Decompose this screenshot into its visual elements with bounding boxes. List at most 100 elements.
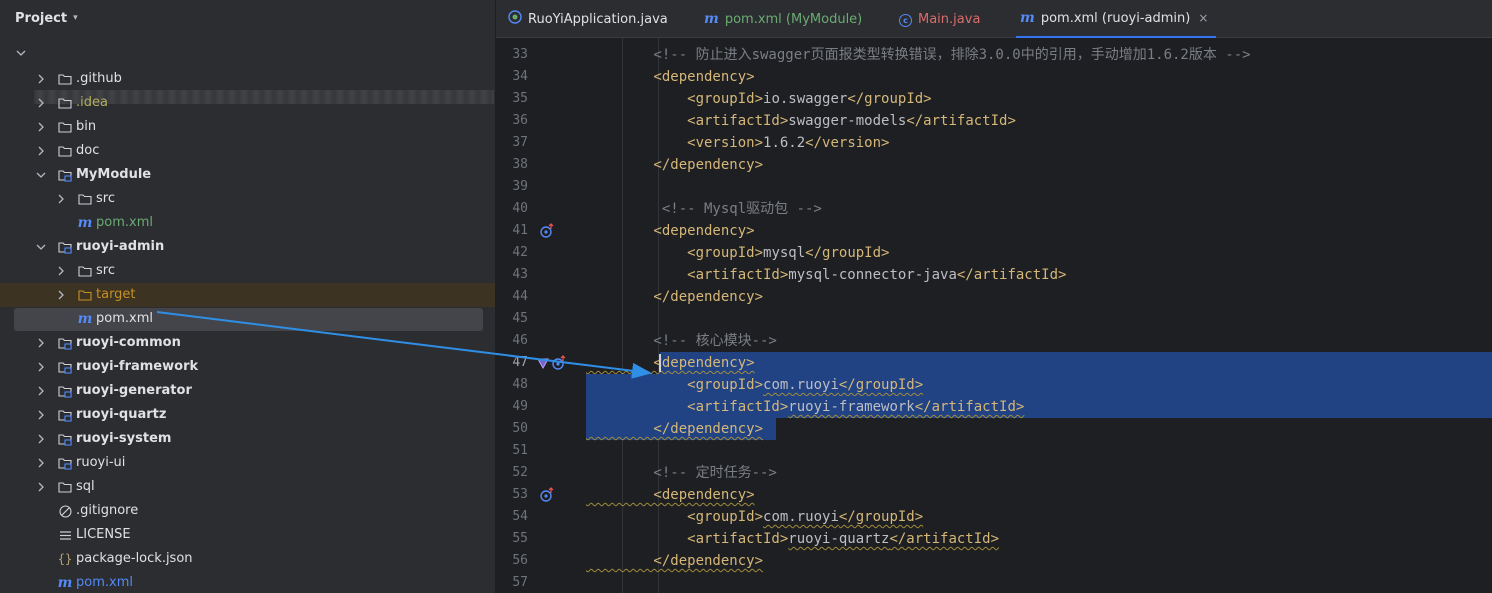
code-line[interactable]: <groupId>mysql</groupId> — [586, 242, 1492, 264]
tab-4[interactable]: m pom.xml (ruoyi-admin) × — [1016, 0, 1217, 38]
tree-item[interactable]: .github — [0, 67, 495, 91]
project-root-row[interactable] — [0, 42, 495, 104]
code-line-text: <artifactId>ruoyi-quartz</artifactId> — [586, 531, 999, 547]
code-view[interactable]: <!-- 防止进入swagger页面报类型转换错误，排除3.0.0中的引用，手动… — [586, 38, 1492, 593]
code-line[interactable]: <groupId>com.ruoyi</groupId> — [586, 506, 1492, 528]
code-line[interactable]: </dependency> — [586, 286, 1492, 308]
tree-item[interactable]: .gitignore — [0, 499, 495, 523]
tree-item[interactable]: bin — [0, 115, 495, 139]
project-panel-title: Project — [15, 10, 68, 26]
tree-item-label: ruoyi-common — [76, 335, 181, 350]
module-folder-icon — [58, 408, 72, 422]
project-panel-header[interactable]: Project ▾ — [0, 0, 495, 36]
line-number: 50 — [512, 421, 528, 436]
tree-item[interactable]: doc — [0, 139, 495, 163]
code-line[interactable]: <!-- 防止进入swagger页面报类型转换错误，排除3.0.0中的引用，手动… — [586, 44, 1492, 66]
chevron-right-icon[interactable] — [36, 530, 46, 540]
selection-highlight — [660, 352, 1492, 374]
close-icon[interactable]: × — [1198, 11, 1208, 25]
tree-item[interactable]: {} package-lock.json — [0, 547, 495, 571]
diff-icon[interactable] — [536, 355, 552, 371]
chevron-right-icon[interactable] — [36, 146, 46, 156]
code-line[interactable] — [586, 176, 1492, 198]
code-token: <groupId> — [586, 245, 764, 261]
folder-icon — [78, 288, 92, 302]
code-token: </artifactId> — [956, 267, 1067, 283]
chevron-down-icon[interactable] — [16, 48, 26, 58]
chevron-right-icon[interactable] — [56, 290, 66, 300]
tree-item[interactable]: ruoyi-framework — [0, 355, 495, 379]
code-line[interactable]: <groupId>io.swagger</groupId> — [586, 88, 1492, 110]
chevron-right-icon[interactable] — [56, 266, 66, 276]
tree-item[interactable]: LICENSE — [0, 523, 495, 547]
code-token: com.ruoyi — [763, 377, 839, 393]
tree-item[interactable]: m pom.xml — [0, 307, 495, 331]
chevron-down-icon[interactable]: ▾ — [73, 13, 78, 23]
chevron-right-icon[interactable] — [36, 506, 46, 516]
code-line[interactable]: </dependency> — [586, 154, 1492, 176]
code-line[interactable]: <artifactId>mysql-connector-java</artifa… — [586, 264, 1492, 286]
code-line[interactable]: <!-- Mysql驱动包 --> — [586, 198, 1492, 220]
dependency-goto-icon[interactable] — [540, 223, 556, 239]
tree-item[interactable]: ruoyi-ui — [0, 451, 495, 475]
chevron-right-icon[interactable] — [36, 410, 46, 420]
code-line[interactable]: <artifactId>ruoyi-quartz</artifactId> — [586, 528, 1492, 550]
code-line[interactable] — [586, 440, 1492, 462]
chevron-right-icon[interactable] — [36, 458, 46, 468]
code-line[interactable]: <dependency> — [586, 352, 1492, 374]
chevron-right-icon[interactable] — [36, 386, 46, 396]
tab-3[interactable]: c Main.java — [899, 0, 980, 38]
code-line[interactable]: </dependency> — [586, 550, 1492, 572]
code-line[interactable] — [586, 308, 1492, 330]
tree-item[interactable]: .idea — [0, 91, 495, 115]
chevron-right-icon[interactable] — [36, 122, 46, 132]
code-line[interactable]: <dependency> — [586, 484, 1492, 506]
code-line[interactable]: <artifactId>swagger-models</artifactId> — [586, 110, 1492, 132]
tree-item[interactable]: ruoyi-admin — [0, 235, 495, 259]
tree-item[interactable]: ruoyi-generator — [0, 379, 495, 403]
tree-item-label: .idea — [76, 95, 108, 110]
chevron-down-icon[interactable] — [36, 170, 46, 180]
tree-item-label: ruoyi-ui — [76, 455, 126, 470]
chevron-right-icon[interactable] — [36, 482, 46, 492]
tree-item[interactable]: src — [0, 187, 495, 211]
chevron-right-icon[interactable] — [36, 74, 46, 84]
tree-item[interactable]: ruoyi-system — [0, 427, 495, 451]
code-line[interactable]: <dependency> — [586, 220, 1492, 242]
tree-item[interactable]: target — [0, 283, 495, 307]
chevron-right-icon[interactable] — [36, 338, 46, 348]
tree-item[interactable]: sql — [0, 475, 495, 499]
chevron-down-icon[interactable] — [36, 242, 46, 252]
chevron-right-icon[interactable] — [36, 362, 46, 372]
chevron-right-icon[interactable] — [56, 218, 66, 228]
tree-item[interactable]: m pom.xml — [0, 211, 495, 235]
chevron-right-icon[interactable] — [56, 314, 66, 324]
tree-item-label: src — [96, 263, 115, 278]
chevron-right-icon[interactable] — [36, 98, 46, 108]
line-number: 34 — [512, 69, 528, 84]
chevron-right-icon[interactable] — [36, 578, 46, 588]
code-line[interactable]: </dependency> — [586, 418, 1492, 440]
code-line[interactable]: <!-- 核心模块--> — [586, 330, 1492, 352]
tree-item[interactable]: src — [0, 259, 495, 283]
dependency-goto-icon[interactable] — [552, 355, 568, 371]
tree-item[interactable]: ruoyi-quartz — [0, 403, 495, 427]
code-line[interactable]: <artifactId>ruoyi-framework</artifactId> — [586, 396, 1492, 418]
tab-2[interactable]: m pom.xml (MyModule) — [704, 0, 862, 38]
code-line[interactable]: <version>1.6.2</version> — [586, 132, 1492, 154]
code-line[interactable]: <dependency> — [586, 66, 1492, 88]
code-token: </dependency> — [586, 157, 764, 173]
chevron-right-icon[interactable] — [36, 434, 46, 444]
tree-item[interactable]: MyModule — [0, 163, 495, 187]
code-line[interactable] — [586, 572, 1492, 593]
tab-1[interactable]: RuoYiApplication.java — [508, 0, 668, 38]
chevron-right-icon[interactable] — [56, 194, 66, 204]
code-line[interactable]: <groupId>com.ruoyi</groupId> — [586, 374, 1492, 396]
tree-item[interactable]: m pom.xml — [0, 571, 495, 593]
text-file-icon — [58, 528, 72, 542]
chevron-right-icon[interactable] — [36, 554, 46, 564]
tree-item-label: .gitignore — [76, 503, 139, 518]
tree-item[interactable]: ruoyi-common — [0, 331, 495, 355]
code-line[interactable]: <!-- 定时任务--> — [586, 462, 1492, 484]
dependency-goto-icon[interactable] — [540, 487, 556, 503]
